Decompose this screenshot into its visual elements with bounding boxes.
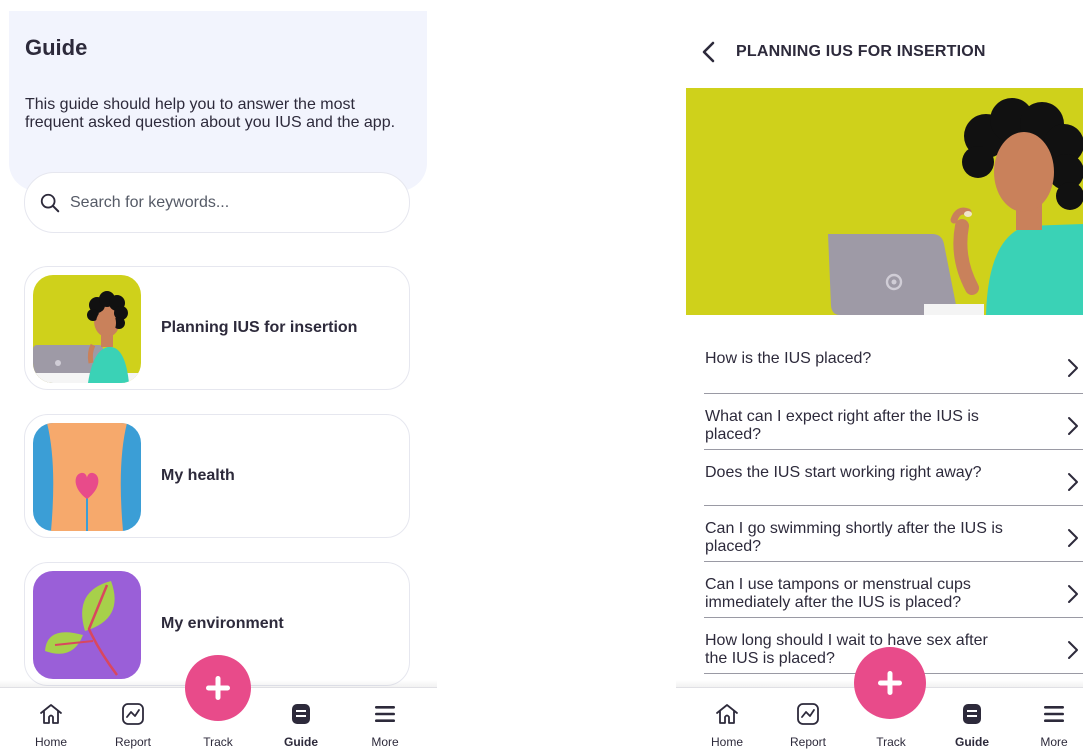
nav-home[interactable]: Home [16,688,86,749]
faq-list: How is the IUS placed? What can I expect… [704,336,1083,674]
woman-laptop-illustration [33,275,141,383]
nav-more[interactable]: More [1019,688,1083,749]
plus-icon [878,671,902,695]
nav-report[interactable]: Report [98,688,168,749]
guide-screen: Guide This guide should help you to answ… [0,0,437,749]
planning-screen: PLANNING IUS FOR INSERTION How is the IU… [676,0,1083,749]
search-input[interactable] [70,193,390,212]
track-button[interactable] [854,647,926,719]
chevron-right-icon [1068,529,1078,547]
plus-icon [206,676,230,700]
chevron-right-icon [1068,359,1078,377]
home-icon [716,704,738,724]
menu-icon [1044,706,1064,722]
faq-item[interactable]: Can I use tampons or menstrual cups imme… [704,562,1083,618]
page-title: Guide [25,35,88,60]
chevron-right-icon [1068,473,1078,491]
faq-item[interactable]: How is the IUS placed? [704,336,1083,394]
guide-header: Guide This guide should help you to answ… [9,11,427,191]
leaf-illustration [33,571,141,679]
chevron-right-icon [1068,585,1078,603]
guide-card-health[interactable]: My health [24,414,410,538]
nav-report[interactable]: Report [773,688,843,749]
guide-icon [963,704,981,724]
nav-home[interactable]: Home [692,688,762,749]
search-icon [40,193,60,212]
nav-guide[interactable]: Guide [937,688,1007,749]
report-icon [122,703,144,725]
menu-icon [375,706,395,722]
card-label: My health [161,467,235,484]
back-chevron-icon[interactable] [700,40,718,64]
page-title: PLANNING IUS FOR INSERTION [736,43,986,60]
guide-card-planning[interactable]: Planning IUS for insertion [24,266,410,390]
nav-guide[interactable]: Guide [266,688,336,749]
report-icon [797,703,819,725]
faq-item[interactable]: Does the IUS start working right away? [704,450,1083,506]
track-button[interactable] [185,655,251,721]
body-heart-illustration [33,423,141,531]
page-header: PLANNING IUS FOR INSERTION [700,40,986,64]
hero-illustration [686,88,1083,315]
home-icon [40,704,62,724]
search-box[interactable] [24,172,410,233]
chevron-right-icon [1068,417,1078,435]
nav-more[interactable]: More [350,688,420,749]
guide-description: This guide should help you to answer the… [25,96,396,131]
faq-item[interactable]: What can I expect right after the IUS is… [704,394,1083,450]
guide-icon [292,704,310,724]
chevron-right-icon [1068,641,1078,659]
faq-item[interactable]: Can I go swimming shortly after the IUS … [704,506,1083,562]
card-label: Planning IUS for insertion [161,319,358,336]
